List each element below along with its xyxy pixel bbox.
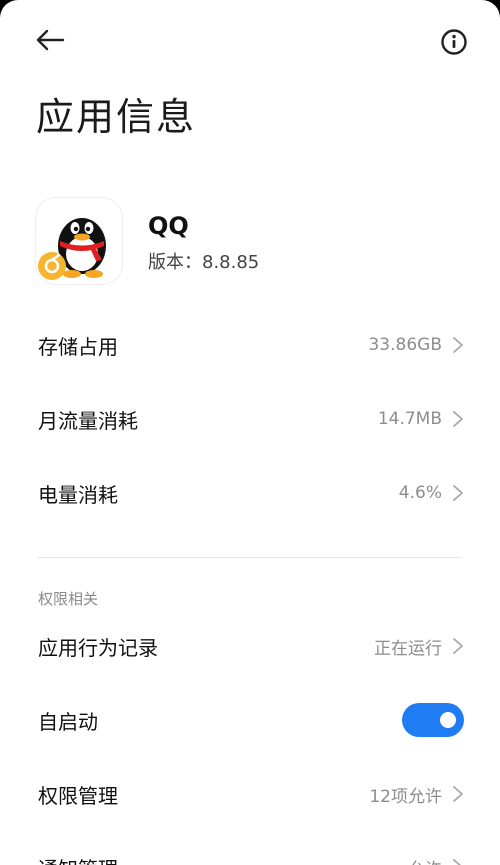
info-circle-icon [441, 29, 467, 55]
row-value: 14.7MB [377, 409, 442, 429]
chevron-right-icon [453, 337, 463, 353]
chevron-right-icon [453, 411, 463, 427]
app-version: 版本：8.8.85 [148, 252, 260, 273]
chevron-right-icon [453, 485, 463, 501]
row-value: 33.86GB [368, 335, 442, 355]
chevron-right-icon [453, 786, 463, 802]
storage-row[interactable]: 存储占用 33.86GB [0, 314, 500, 376]
row-label: 电量消耗 [38, 482, 118, 507]
back-button[interactable] [28, 22, 72, 58]
autostart-row: 自启动 [0, 689, 500, 751]
toggle-knob [440, 712, 456, 728]
data-usage-row[interactable]: 月流量消耗 14.7MB [0, 388, 500, 450]
row-value: 4.6% [398, 483, 442, 503]
row-value: 允许 [408, 855, 442, 865]
permission-management-row[interactable]: 权限管理 12项允许 [0, 763, 500, 825]
qq-penguin-icon [36, 198, 122, 284]
row-label: 通知管理 [38, 853, 118, 865]
app-info-screen: 应用信息 QQ 版本：8.8.85 存储占用 33.86GB 月流量消耗 14.… [0, 0, 500, 865]
row-value: 12项允许 [369, 786, 442, 807]
app-name: QQ [148, 212, 189, 240]
row-label: 存储占用 [38, 334, 118, 359]
row-value: 正在运行 [374, 638, 442, 659]
chevron-right-icon [453, 859, 462, 865]
chevron-right-icon [453, 638, 463, 654]
app-summary: QQ 版本：8.8.85 [36, 198, 476, 288]
section-title: 权限相关 [38, 590, 99, 608]
battery-usage-row[interactable]: 电量消耗 4.6% [0, 462, 500, 524]
row-label: 自启动 [38, 709, 98, 734]
section-divider [38, 557, 462, 558]
notification-management-row[interactable]: 通知管理 允许 [0, 836, 500, 865]
app-behavior-record-row[interactable]: 应用行为记录 正在运行 [0, 615, 500, 677]
row-label: 月流量消耗 [38, 408, 138, 433]
row-label: 应用行为记录 [38, 635, 158, 660]
info-button[interactable] [434, 22, 474, 62]
top-bar [0, 0, 500, 80]
row-label: 权限管理 [38, 783, 118, 808]
autostart-toggle[interactable] [402, 703, 464, 737]
arrow-left-icon [36, 29, 65, 51]
page-title: 应用信息 [36, 95, 197, 139]
